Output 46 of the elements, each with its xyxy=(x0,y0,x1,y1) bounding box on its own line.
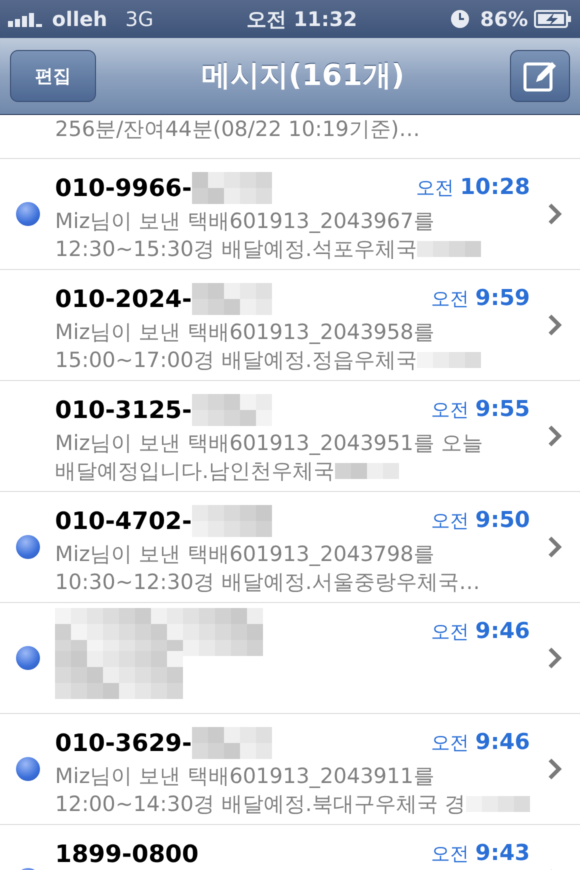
chevron-icon xyxy=(548,647,562,669)
chevron-icon xyxy=(548,536,562,558)
screen-title: 메시지(161개) xyxy=(200,57,406,94)
carrier-name: olleh xyxy=(52,7,108,31)
message-preview: Miz님이 보낸 택배601913_2043958를 xyxy=(55,319,435,346)
message-row[interactable]: 010-3629- 오전 9:46 Miz님이 보낸 택배601913_2043911를 12:00~14:30경 배달예정.북대구우체국 경 xyxy=(0,714,580,825)
sender-name: 010-9966- xyxy=(55,174,192,202)
message-time: 오전 9:55 xyxy=(431,397,530,423)
alarm-clock-icon xyxy=(450,9,470,29)
chevron-icon xyxy=(548,314,562,336)
message-preview: Miz님이 보낸 택배601913_2043951를 오늘 xyxy=(55,430,484,457)
sender-name: 1899-0800 xyxy=(55,840,199,868)
battery-charging-icon xyxy=(534,10,572,28)
message-time: 오전 9:50 xyxy=(431,508,530,534)
edit-button[interactable]: 편집 xyxy=(10,50,96,102)
network-type: 3G xyxy=(125,7,154,31)
message-preview: 10:30~12:30경 배달예정.서울중랑우체국… xyxy=(55,569,480,596)
chevron-icon xyxy=(548,203,562,225)
message-time: 오전 9:59 xyxy=(431,286,530,312)
message-row[interactable]: 오전 9:46 xyxy=(0,603,580,714)
battery-percent: 86% xyxy=(480,7,528,31)
chevron-icon xyxy=(548,425,562,447)
message-time: 오전 9:46 xyxy=(431,619,530,645)
sender-name: 010-3629- xyxy=(55,729,192,757)
message-preview: Miz님이 보낸 택배601913_2043798를 xyxy=(55,541,435,568)
sender-name: 010-4702- xyxy=(55,507,192,535)
sender-name: 010-3125- xyxy=(55,396,192,424)
compose-button[interactable] xyxy=(510,50,570,102)
message-preview: 256분/잔여44분(08/22 10:19기준)… xyxy=(55,116,420,143)
message-time: 오전 10:28 xyxy=(416,175,530,201)
message-preview: 12:30~15:30경 배달예정.석포우체국 xyxy=(55,236,417,263)
message-row[interactable]: 010-2024- 오전 9:59 Miz님이 보낸 택배601913_2043958를 15:00~17:00경 배달예정.정읍우체국 xyxy=(0,270,580,381)
message-preview: 배달예정입니다.남인천우체국 xyxy=(55,458,335,485)
clock-time: 오전 11:32 xyxy=(246,6,358,32)
message-preview: Miz님이 보낸 택배601913_2043967를 xyxy=(55,208,435,235)
message-time: 오전 9:46 xyxy=(431,730,530,756)
message-preview: Miz님이 보낸 택배601913_2043911를 xyxy=(55,763,435,790)
message-row[interactable]: 010-3125- 오전 9:55 Miz님이 보낸 택배601913_2043951를 오늘 배달예정입니다.남인천우체국 xyxy=(0,381,580,492)
sender-name: 010-2024- xyxy=(55,285,192,313)
message-row[interactable]: 010-9966- 오전 10:28 Miz님이 보낸 택배601913_2043967를 12:30~15:30경 배달예정.석포우체국 xyxy=(0,159,580,270)
message-preview: 12:00~14:30경 배달예정.북대구우체국 경 xyxy=(55,791,466,818)
message-row[interactable]: 1899-0800 오전 9:43 xyxy=(0,825,580,870)
message-row[interactable]: 010-4702- 오전 9:50 Miz님이 보낸 택배601913_2043798를 10:30~12:30경 배달예정.서울중랑우체국… xyxy=(0,492,580,603)
message-preview: 15:00~17:00경 배달예정.정읍우체국 xyxy=(55,347,417,374)
chevron-icon xyxy=(548,758,562,780)
message-time: 오전 9:43 xyxy=(431,841,530,867)
